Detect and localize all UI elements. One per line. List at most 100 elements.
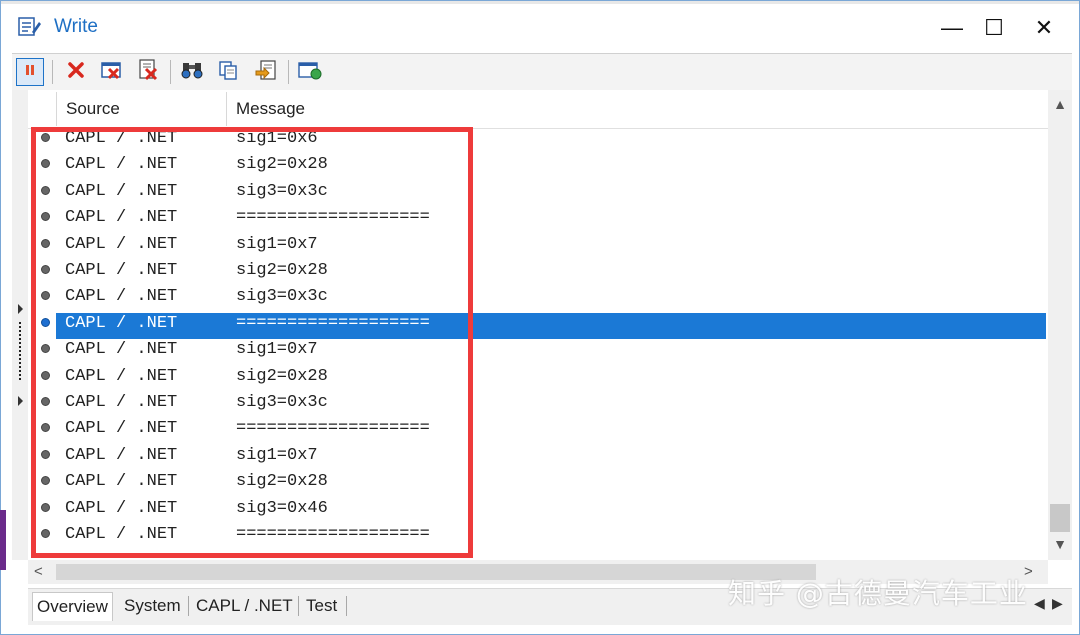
scroll-left-icon[interactable]: < xyxy=(34,563,43,580)
row-bullet-icon xyxy=(41,423,50,433)
tab-next-icon[interactable]: ▶ xyxy=(1052,595,1063,612)
table-row[interactable]: CAPL / .NET =================== xyxy=(28,524,1048,550)
row-bullet-icon xyxy=(41,449,50,459)
row-message: =================== xyxy=(236,208,430,228)
row-message: sig2=0x28 xyxy=(236,261,328,280)
row-bullet-icon xyxy=(41,159,50,169)
column-header-message[interactable]: Message xyxy=(236,90,305,128)
table-row[interactable]: CAPL / .NET sig1=0x7 xyxy=(28,445,1048,471)
window-settings-icon xyxy=(298,60,322,85)
row-message: sig3=0x3c xyxy=(236,181,328,201)
clear-button[interactable] xyxy=(62,58,90,86)
row-source: CAPL / .NET xyxy=(65,366,178,386)
row-bullet-icon xyxy=(41,502,50,512)
column-separator[interactable] xyxy=(226,92,227,126)
row-source: CAPL / .NET xyxy=(65,525,178,544)
table-row[interactable]: CAPL / .NET sig3=0x3c xyxy=(28,392,1048,418)
table-row[interactable]: CAPL / .NET sig2=0x28 xyxy=(28,154,1048,180)
splitter-grip xyxy=(18,304,23,406)
table-row[interactable]: CAPL / .NET sig2=0x28 xyxy=(28,366,1048,392)
row-source: CAPL / .NET xyxy=(65,129,178,148)
row-source: CAPL / .NET xyxy=(65,393,178,412)
pause-icon xyxy=(23,63,37,82)
vertical-scrollbar[interactable]: ▲ ▼ xyxy=(1048,90,1072,560)
binoculars-icon xyxy=(181,61,203,84)
row-message: sig2=0x28 xyxy=(236,155,328,175)
row-source: CAPL / .NET xyxy=(65,261,178,280)
clear-all-button[interactable] xyxy=(98,58,126,86)
tab-prev-icon[interactable]: ◀ xyxy=(1034,595,1045,612)
message-grid: Source Message CAPL / .NET sig1=0x6 CAPL /… xyxy=(28,90,1048,560)
table-row[interactable]: CAPL / .NET =================== xyxy=(28,207,1048,233)
row-bullet-icon xyxy=(41,133,50,142)
options-button[interactable] xyxy=(296,58,324,86)
toolbar xyxy=(12,53,1072,91)
row-bullet-icon xyxy=(41,344,50,354)
delete-page-icon xyxy=(137,58,159,86)
export-button[interactable] xyxy=(252,58,280,86)
title-bar: Write — ☐ ✕ xyxy=(6,6,1074,50)
scroll-up-icon[interactable]: ▲ xyxy=(1052,96,1068,112)
left-edge-marker xyxy=(0,510,6,570)
row-bullet-icon xyxy=(41,238,50,248)
row-bullet-icon xyxy=(41,317,50,327)
table-row[interactable]: CAPL / .NET sig3=0x3c xyxy=(28,181,1048,207)
row-bullet-icon xyxy=(41,397,50,406)
watermark: 知乎 @古德曼汽车工业 xyxy=(728,577,1028,610)
tab-separator xyxy=(346,596,347,616)
vertical-scroll-thumb[interactable] xyxy=(1050,504,1070,532)
pause-button[interactable] xyxy=(16,58,44,86)
row-source: CAPL / .NET xyxy=(65,498,178,518)
table-row[interactable]: CAPL / .NET sig3=0x3c xyxy=(28,286,1048,312)
row-message: sig3=0x46 xyxy=(236,498,328,518)
horizontal-scroll-thumb[interactable] xyxy=(56,564,816,580)
close-button[interactable]: ✕ xyxy=(1024,12,1064,44)
tab-capl-net[interactable]: CAPL / .NET xyxy=(192,592,297,620)
delete-page-button[interactable] xyxy=(134,58,162,86)
tab-test[interactable]: Test xyxy=(302,592,341,620)
row-message: =================== xyxy=(236,525,430,544)
row-bullet-icon xyxy=(41,212,50,222)
row-source: CAPL / .NET xyxy=(65,419,178,439)
copy-icon xyxy=(218,60,238,85)
row-message: =================== xyxy=(236,419,430,439)
row-bullet-icon xyxy=(41,370,50,380)
toolbar-separator xyxy=(52,60,53,84)
tab-system[interactable]: System xyxy=(120,592,185,620)
table-row[interactable]: CAPL / .NET sig2=0x28 xyxy=(28,471,1048,497)
toolbar-separator xyxy=(170,60,171,84)
table-row[interactable]: CAPL / .NET sig3=0x46 xyxy=(28,498,1048,524)
row-message: sig2=0x28 xyxy=(236,366,328,386)
red-x-icon xyxy=(67,61,85,84)
column-separator xyxy=(56,92,57,126)
maximize-button[interactable]: ☐ xyxy=(974,12,1014,44)
row-source: CAPL / .NET xyxy=(65,181,178,201)
table-row[interactable]: CAPL / .NET sig1=0x7 xyxy=(28,234,1048,260)
table-row[interactable]: CAPL / .NET =================== xyxy=(28,312,1048,339)
table-row[interactable]: CAPL / .NET =================== xyxy=(28,418,1048,444)
row-bullet-icon xyxy=(41,529,50,538)
find-button[interactable] xyxy=(178,58,206,86)
scroll-down-icon[interactable]: ▼ xyxy=(1052,536,1068,552)
row-source: CAPL / .NET xyxy=(65,445,178,465)
column-header-source[interactable]: Source xyxy=(66,90,120,128)
table-row[interactable]: CAPL / .NET sig2=0x28 xyxy=(28,260,1048,286)
copy-button[interactable] xyxy=(214,58,242,86)
tab-overview[interactable]: Overview xyxy=(32,592,113,621)
selection-highlight xyxy=(56,312,1046,339)
row-bullet-icon xyxy=(41,291,50,301)
export-icon xyxy=(255,59,277,86)
table-row[interactable]: CAPL / .NET sig1=0x7 xyxy=(28,339,1048,365)
minimize-button[interactable]: — xyxy=(932,12,972,44)
row-bullet-icon xyxy=(41,265,50,274)
row-source: CAPL / .NET xyxy=(65,234,178,254)
row-source: CAPL / .NET xyxy=(65,155,178,175)
left-splitter[interactable] xyxy=(12,90,28,560)
row-message: sig1=0x7 xyxy=(236,234,318,254)
row-source: CAPL / .NET xyxy=(65,472,178,492)
row-message: =================== xyxy=(236,313,430,333)
tab-separator xyxy=(188,596,189,616)
row-message: sig3=0x3c xyxy=(236,393,328,412)
row-source: CAPL / .NET xyxy=(65,340,178,360)
table-row[interactable]: CAPL / .NET sig1=0x6 xyxy=(28,128,1048,154)
